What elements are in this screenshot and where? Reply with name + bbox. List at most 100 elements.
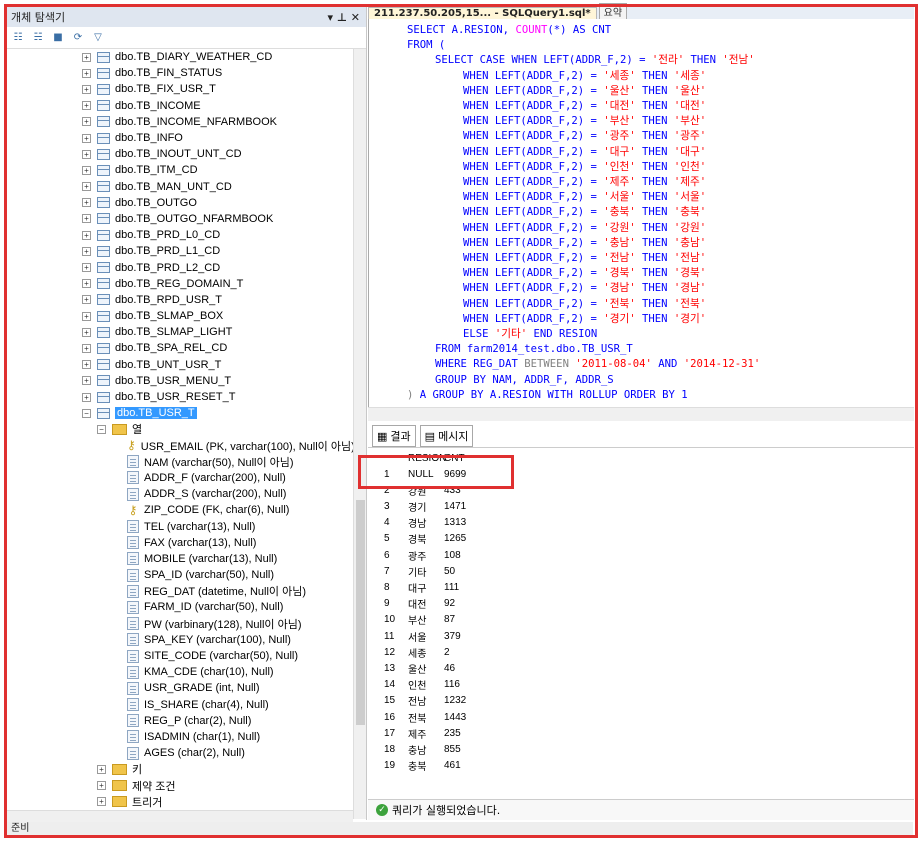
tree-row-column[interactable]: IS_SHARE (char(4), Null): [7, 697, 353, 713]
stop-icon[interactable]: ■: [51, 31, 65, 45]
connect-icon[interactable]: ☷: [11, 31, 25, 45]
columns-folder-label[interactable]: 열: [132, 421, 142, 437]
tree-row-column[interactable]: SPA_KEY (varchar(100), Null): [7, 632, 353, 648]
expand-icon[interactable]: +: [82, 327, 91, 337]
table-name[interactable]: dbo.TB_SLMAP_LIGHT: [115, 326, 232, 338]
expand-icon[interactable]: +: [97, 781, 106, 791]
column-name[interactable]: REG_P (char(2), Null): [144, 715, 251, 727]
tree-row-column[interactable]: REG_P (char(2), Null): [7, 713, 353, 729]
tree-row-table[interactable]: + dbo.TB_MAN_UNT_CD: [7, 179, 353, 195]
grid-row[interactable]: 15 전남 1232: [368, 693, 502, 709]
tree-row-column[interactable]: SITE_CODE (varchar(50), Null): [7, 648, 353, 664]
cell-cnt[interactable]: 116: [442, 679, 502, 690]
expand-icon[interactable]: +: [97, 764, 106, 774]
cell-resion[interactable]: 경기: [396, 499, 442, 514]
disconnect-icon[interactable]: ☵: [31, 31, 45, 45]
grid-row[interactable]: 12 세종 2: [368, 644, 502, 660]
tree-row-table[interactable]: + dbo.TB_REG_DOMAIN_T: [7, 276, 353, 292]
column-name[interactable]: AGES (char(2), Null): [144, 747, 245, 759]
cell-resion[interactable]: 경북: [396, 531, 442, 546]
table-name[interactable]: dbo.TB_FIX_USR_T: [115, 83, 216, 95]
column-name[interactable]: FAX (varchar(13), Null): [144, 537, 256, 549]
tree-row-folder[interactable]: + 트리거: [7, 794, 353, 810]
tree-row-column[interactable]: PW (varbinary(128), Null이 아님): [7, 616, 353, 632]
expand-icon[interactable]: +: [82, 311, 91, 321]
query-tab[interactable]: 211.237.50.205,15... - SQLQuery1.sql*: [368, 7, 597, 19]
grid-row[interactable]: 19 충북 461: [368, 758, 502, 774]
expand-icon[interactable]: +: [82, 117, 91, 127]
table-name[interactable]: dbo.TB_RPD_USR_T: [115, 294, 222, 306]
column-name[interactable]: IS_SHARE (char(4), Null): [144, 699, 269, 711]
cell-cnt[interactable]: 1443: [442, 712, 502, 723]
column-name[interactable]: NAM (varchar(50), Null이 아님): [144, 454, 294, 470]
table-name[interactable]: dbo.TB_SLMAP_BOX: [115, 310, 223, 322]
column-name[interactable]: ADDR_S (varchar(200), Null): [144, 488, 286, 500]
tree-row-table[interactable]: + dbo.TB_PRD_L0_CD: [7, 227, 353, 243]
cell-cnt[interactable]: 87: [442, 614, 502, 625]
cell-resion[interactable]: 울산: [396, 661, 442, 676]
panel-controls[interactable]: ▾ ⊥ ✕: [328, 11, 366, 24]
grid-row[interactable]: 18 충남 855: [368, 741, 502, 757]
tree-row-table[interactable]: + dbo.TB_INFO: [7, 130, 353, 146]
tree-row-table[interactable]: + dbo.TB_INCOME_NFARMBOOK: [7, 114, 353, 130]
filter-icon[interactable]: ▽: [91, 31, 105, 45]
messages-tab[interactable]: ▤ 메시지: [419, 425, 474, 447]
cell-resion[interactable]: 광주: [396, 548, 442, 563]
expand-icon[interactable]: +: [82, 343, 91, 353]
expand-icon[interactable]: +: [82, 263, 91, 273]
column-name[interactable]: USR_EMAIL (PK, varchar(100), Null이 아님): [141, 438, 353, 454]
table-name[interactable]: dbo.TB_REG_DOMAIN_T: [115, 278, 243, 290]
grid-row[interactable]: 4 경남 1313: [368, 515, 502, 531]
expand-icon[interactable]: +: [82, 230, 91, 240]
tree-row-table[interactable]: + dbo.TB_SPA_REL_CD: [7, 340, 353, 356]
grid-row[interactable]: 7 기타 50: [368, 563, 502, 579]
expand-icon[interactable]: +: [97, 797, 106, 807]
results-grid[interactable]: RESION CNT 1 NULL 9699 2 강원 433 3 경기 1471 4 경남 1313 5 경…: [368, 447, 914, 799]
grid-row[interactable]: 17 제주 235: [368, 725, 502, 741]
tree-row-folder[interactable]: + 키: [7, 761, 353, 777]
expand-icon[interactable]: +: [82, 182, 91, 192]
expand-icon[interactable]: +: [82, 214, 91, 224]
table-name[interactable]: dbo.TB_PRD_L2_CD: [115, 262, 220, 274]
tree-row-column[interactable]: MOBILE (varchar(13), Null): [7, 551, 353, 567]
tree-row-column[interactable]: KMA_CDE (char(10), Null): [7, 664, 353, 680]
tree-row-column[interactable]: TEL (varchar(13), Null): [7, 518, 353, 534]
table-name[interactable]: dbo.TB_OUTGO: [115, 197, 197, 209]
grid-row[interactable]: 13 울산 46: [368, 660, 502, 676]
folder-label[interactable]: 제약 조건: [132, 778, 176, 794]
grid-row[interactable]: 11 서울 379: [368, 628, 502, 644]
table-name[interactable]: dbo.TB_OUTGO_NFARMBOOK: [115, 213, 273, 225]
tree-row-table[interactable]: + dbo.TB_PRD_L2_CD: [7, 259, 353, 275]
tree-row-table[interactable]: + dbo.TB_DIARY_WEATHER_CD: [7, 49, 353, 65]
column-name[interactable]: USR_GRADE (int, Null): [144, 682, 260, 694]
cell-cnt[interactable]: 92: [442, 598, 502, 609]
expand-icon[interactable]: +: [82, 149, 91, 159]
grid-row[interactable]: 5 경북 1265: [368, 531, 502, 547]
expand-icon[interactable]: +: [82, 165, 91, 175]
cell-cnt[interactable]: 108: [442, 550, 502, 561]
table-name[interactable]: dbo.TB_DIARY_WEATHER_CD: [115, 51, 272, 63]
cell-cnt[interactable]: 379: [442, 631, 502, 642]
expand-icon[interactable]: +: [82, 133, 91, 143]
cell-cnt[interactable]: 50: [442, 566, 502, 577]
expand-icon[interactable]: +: [82, 101, 91, 111]
tree-row-column[interactable]: ISADMIN (char(1), Null): [7, 729, 353, 745]
table-name[interactable]: dbo.TB_USR_MENU_T: [115, 375, 231, 387]
tree-row-table[interactable]: + dbo.TB_UNT_USR_T: [7, 357, 353, 373]
cell-cnt[interactable]: 1471: [442, 501, 502, 512]
cell-resion[interactable]: 인천: [396, 677, 442, 692]
tree-row-column[interactable]: ADDR_S (varchar(200), Null): [7, 486, 353, 502]
cell-resion[interactable]: 전북: [396, 710, 442, 725]
expand-icon[interactable]: +: [82, 360, 91, 370]
table-name[interactable]: dbo.TB_PRD_L1_CD: [115, 245, 220, 257]
tree-row-table[interactable]: + dbo.TB_ITM_CD: [7, 162, 353, 178]
tree-row-table[interactable]: + dbo.TB_PRD_L1_CD: [7, 243, 353, 259]
grid-row[interactable]: 9 대전 92: [368, 596, 502, 612]
cell-resion[interactable]: 기타: [396, 564, 442, 579]
tree-row-table[interactable]: + dbo.TB_RPD_USR_T: [7, 292, 353, 308]
table-name[interactable]: dbo.TB_INFO: [115, 132, 183, 144]
tree-row-table[interactable]: + dbo.TB_INOUT_UNT_CD: [7, 146, 353, 162]
column-name[interactable]: TEL (varchar(13), Null): [144, 521, 255, 533]
tree-row-table[interactable]: + dbo.TB_OUTGO: [7, 195, 353, 211]
scroll-thumb[interactable]: [356, 500, 365, 725]
